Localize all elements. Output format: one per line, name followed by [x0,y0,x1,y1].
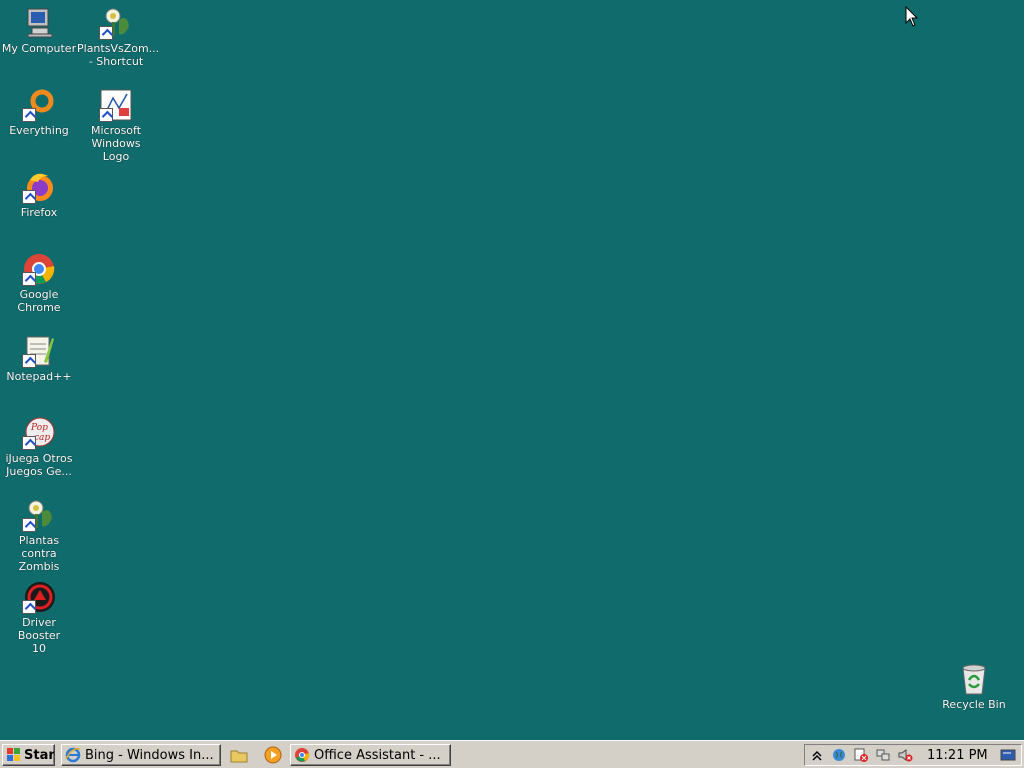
desktop-icon-notepad-plus-plus[interactable]: Notepad++ [0,328,78,383]
network-globe-icon[interactable] [831,747,847,763]
desktop-icon-everything[interactable]: Everything [0,82,78,137]
svg-text:cap: cap [34,433,50,443]
start-label: Start [24,747,55,763]
plants-vs-zombies-icon [22,498,56,532]
taskbar-button-office-assistant[interactable]: Office Assistant - ... [290,744,451,766]
everything-search-icon [22,88,56,122]
shortcut-arrow-icon [99,108,113,122]
notepad-plus-plus-icon [22,334,56,368]
document-chart-icon [99,88,133,122]
desktop-icon-label: PlantsVsZom... - Shortcut [77,42,160,68]
shortcut-arrow-icon [22,272,36,286]
chrome-icon [22,252,56,286]
file-explorer-quicklaunch-icon[interactable] [230,746,248,764]
desktop-icon-plantsvszombies-shortcut[interactable]: PlantsVsZom... - Shortcut [77,0,160,68]
desktop-icon-label: Firefox [20,206,58,219]
desktop-icon-label: Everything [9,124,69,137]
desktop-icon-microsoft-windows-logo[interactable]: Microsoft Windows Logo [77,82,155,163]
desktop-icon-label: Plantas contra Zombis [18,534,60,573]
shortcut-arrow-icon [22,190,36,204]
desktop-icon-label: Driver Booster 10 [17,616,61,655]
shortcut-arrow-icon [22,354,36,368]
show-desktop-icon[interactable] [1000,747,1016,763]
shortcut-arrow-icon [22,108,36,122]
desktop-icon-ijuega-otros-juegos[interactable]: Pop cap iJuega Otros Juegos Ge... [0,410,78,478]
desktop-icon-label: My Computer [1,42,77,55]
shortcut-arrow-icon [22,600,36,614]
action-center-warning-icon[interactable] [853,747,869,763]
media-player-quicklaunch-icon[interactable] [264,746,282,764]
popcap-icon: Pop cap [22,416,56,450]
volume-muted-icon[interactable] [897,747,913,763]
taskbar-button-label: Bing - Windows In... [85,747,214,763]
internet-explorer-icon [65,747,81,763]
desktop-icon-label: Recycle Bin [942,698,1006,711]
start-button[interactable]: Start [2,744,55,766]
recycle-bin-icon [957,662,991,696]
desktop-icon-my-computer[interactable]: My Computer [0,0,78,55]
desktop-icon-label: Google Chrome [17,288,61,314]
desktop-icon-label: Notepad++ [6,370,72,383]
windows-logo-icon [6,747,22,763]
network-connection-icon[interactable] [875,747,891,763]
shortcut-arrow-icon [22,436,36,450]
desktop-icon-driver-booster[interactable]: Driver Booster 10 [0,574,78,655]
taskbar-button-bing[interactable]: Bing - Windows In... [61,744,221,766]
driver-booster-icon [22,580,56,614]
system-tray: 11:21 PM [804,744,1022,766]
chrome-icon [294,747,310,763]
desktop-icon-label: iJuega Otros Juegos Ge... [5,452,73,478]
plants-vs-zombies-icon [99,6,133,40]
clock[interactable]: 11:21 PM [927,748,988,763]
taskbar-button-label: Office Assistant - ... [314,747,441,763]
desktop-icon-label: Microsoft Windows Logo [90,124,142,163]
show-hidden-icons-chevron-icon[interactable] [809,747,825,763]
taskbar: Start Bing - Windows In... [0,740,1024,768]
desktop-icon-plantas-contra-zombis[interactable]: Plantas contra Zombis [0,492,78,573]
shortcut-arrow-icon [22,518,36,532]
firefox-icon [22,170,56,204]
mouse-cursor-icon [905,6,919,27]
svg-text:Pop: Pop [30,423,48,433]
shortcut-arrow-icon [99,26,113,40]
desktop-icon-recycle-bin[interactable]: Recycle Bin [935,656,1013,711]
computer-icon [22,6,56,40]
desktop-icon-firefox[interactable]: Firefox [0,164,78,219]
desktop: My Computer PlantsVsZom... - Shortcut Ev… [0,0,1024,740]
desktop-icon-google-chrome[interactable]: Google Chrome [0,246,78,314]
